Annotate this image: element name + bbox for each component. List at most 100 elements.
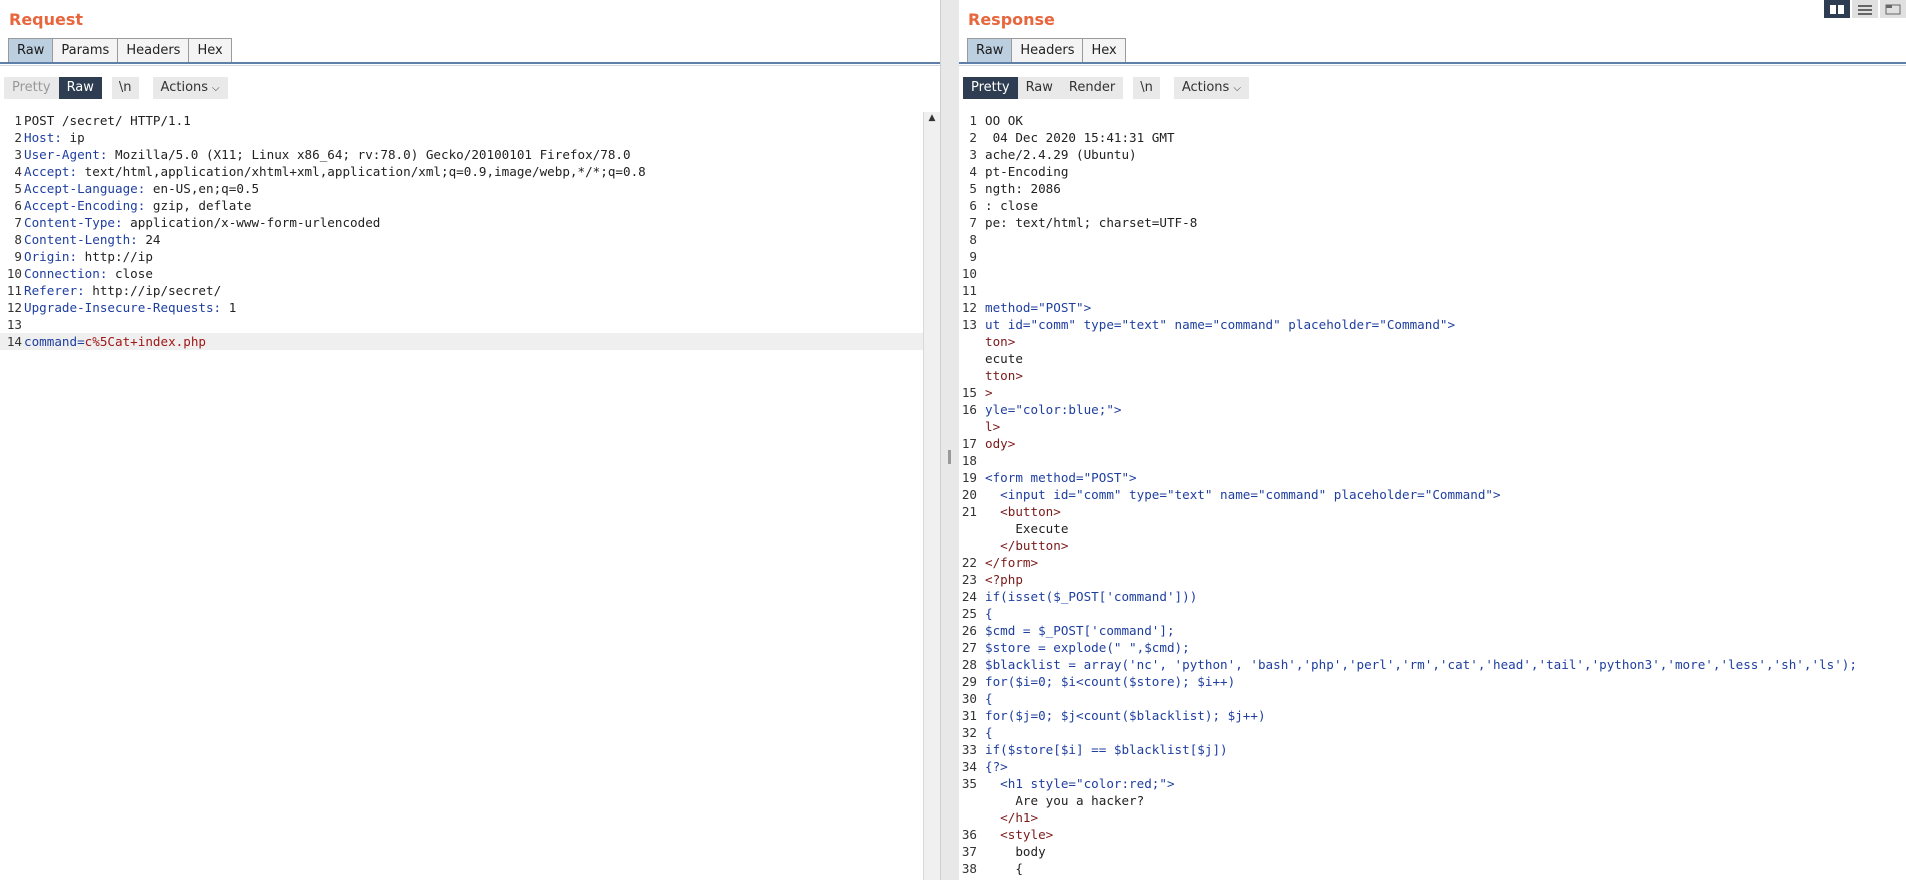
response-tab-raw[interactable]: Raw bbox=[967, 38, 1012, 64]
response-raw-button[interactable]: Raw bbox=[1017, 77, 1061, 99]
line-content: </h1> bbox=[985, 810, 1039, 825]
line-content: <button> bbox=[985, 504, 1061, 519]
line-number: 12 bbox=[6, 300, 22, 315]
response-tabs-underline bbox=[959, 62, 1906, 64]
chevron-down-icon: ⌵ bbox=[1233, 83, 1241, 94]
header-value: application/x-www-form-urlencoded bbox=[122, 215, 381, 230]
line-number: 33 bbox=[961, 742, 977, 757]
line-number: 7 bbox=[14, 215, 22, 230]
line-content: Accept-Language: en-US,en;q=0.5 bbox=[24, 180, 259, 197]
response-render-button[interactable]: Render bbox=[1060, 77, 1124, 99]
line-content: ton> bbox=[985, 334, 1016, 349]
line-number: 13 bbox=[961, 317, 977, 332]
response-line: 25 { bbox=[959, 605, 1906, 622]
request-line: 1 POST /secret/ HTTP/1.1 bbox=[0, 112, 940, 129]
line-number: 29 bbox=[961, 674, 977, 689]
response-line: 23 <?php bbox=[959, 571, 1906, 588]
line-content: Content-Length: 24 bbox=[24, 231, 160, 248]
line-number: 8 bbox=[14, 232, 22, 247]
response-line: ecute bbox=[959, 350, 1906, 367]
request-tabs: Raw Params Headers Hex bbox=[8, 38, 232, 64]
header-name: Referer: bbox=[24, 283, 85, 298]
response-line: 30 { bbox=[959, 690, 1906, 707]
response-line: 22 </form> bbox=[959, 554, 1906, 571]
request-line: 2 Host: ip bbox=[0, 129, 940, 146]
request-body-line: 14 command=c%5Cat+index.php bbox=[0, 333, 940, 350]
request-tab-headers[interactable]: Headers bbox=[117, 38, 189, 64]
line-content: Upgrade-Insecure-Requests: 1 bbox=[24, 299, 236, 316]
response-line: 4 pt-Encoding bbox=[959, 163, 1906, 180]
layout-stacked-icon[interactable] bbox=[1852, 0, 1878, 18]
request-actions-label: Actions bbox=[160, 80, 209, 95]
request-toolbar: Pretty Raw \n Actions ⌵ bbox=[4, 77, 228, 99]
line-content: <?php bbox=[985, 572, 1023, 587]
line-number: 1 bbox=[969, 113, 977, 128]
response-tab-headers[interactable]: Headers bbox=[1011, 38, 1083, 64]
line-content: ache/2.4.29 (Ubuntu) bbox=[985, 147, 1137, 162]
layout-switcher bbox=[1822, 0, 1906, 18]
line-content: <input id="comm" type="text" name="comma… bbox=[985, 487, 1501, 502]
line-content: l> bbox=[985, 419, 1001, 434]
request-tab-raw[interactable]: Raw bbox=[8, 38, 53, 64]
response-pretty-button[interactable]: Pretty bbox=[963, 77, 1018, 99]
response-line: 28 $blacklist = array('nc', 'python', 'ba… bbox=[959, 656, 1906, 673]
request-editor[interactable]: 1 POST /secret/ HTTP/1.1 2 Host: ip 3 User-Ag… bbox=[0, 112, 940, 880]
line-number: 5 bbox=[969, 181, 977, 196]
header-value: en-US,en;q=0.5 bbox=[145, 181, 260, 196]
line-content: OO OK bbox=[985, 113, 1023, 128]
response-editor[interactable]: 1 OO OK 2 04 Dec 2020 15:41:31 GMT 3 ache/2.… bbox=[959, 112, 1906, 880]
response-line: 13 ut id="comm" type="text" name="command… bbox=[959, 316, 1906, 333]
header-name: Accept: bbox=[24, 164, 78, 179]
splitter-grip-icon[interactable] bbox=[948, 450, 951, 464]
line-number: 13 bbox=[6, 317, 22, 332]
line-number: 16 bbox=[961, 402, 977, 417]
response-tab-hex[interactable]: Hex bbox=[1082, 38, 1126, 64]
response-newline-toggle[interactable]: \n bbox=[1133, 77, 1160, 99]
response-line: 3 ache/2.4.29 (Ubuntu) bbox=[959, 146, 1906, 163]
line-content: if($store[$i] == $blacklist[$j]) bbox=[985, 742, 1228, 757]
request-line: 6 Accept-Encoding: gzip, deflate bbox=[0, 197, 940, 214]
line-content: Origin: http://ip bbox=[24, 248, 153, 265]
request-tab-hex[interactable]: Hex bbox=[188, 38, 232, 64]
layout-side-by-side-icon[interactable] bbox=[1824, 0, 1850, 18]
request-pane: Request Raw Params Headers Hex Pretty Ra… bbox=[0, 0, 940, 880]
line-content: pe: text/html; charset=UTF-8 bbox=[985, 215, 1198, 230]
response-line: 21 <button> bbox=[959, 503, 1906, 520]
line-content: { bbox=[985, 725, 993, 740]
response-actions-label: Actions bbox=[1181, 80, 1230, 95]
request-newline-toggle[interactable]: \n bbox=[111, 77, 139, 99]
header-value: 1 bbox=[221, 300, 237, 315]
line-content: yle="color:blue;"> bbox=[985, 402, 1122, 417]
line-number: 4 bbox=[14, 164, 22, 179]
layout-tabbed-icon[interactable] bbox=[1880, 0, 1906, 18]
line-number: 34 bbox=[961, 759, 977, 774]
line-number: 21 bbox=[961, 504, 977, 519]
response-actions-button[interactable]: Actions ⌵ bbox=[1173, 77, 1249, 99]
request-actions-button[interactable]: Actions ⌵ bbox=[152, 77, 228, 99]
request-line: 4 Accept: text/html,application/xhtml+xml… bbox=[0, 163, 940, 180]
request-pretty-button[interactable]: Pretty bbox=[4, 77, 59, 99]
header-name: Accept-Language: bbox=[24, 181, 146, 196]
scroll-up-icon[interactable]: ▲ bbox=[926, 112, 938, 124]
line-content: <h1 style="color:red;"> bbox=[985, 776, 1175, 791]
header-value: ip bbox=[61, 130, 85, 145]
line-content: </button> bbox=[985, 538, 1069, 553]
line-content: </form> bbox=[985, 555, 1039, 570]
line-content: User-Agent: Mozilla/5.0 (X11; Linux x86_… bbox=[24, 146, 631, 163]
line-content: ut id="comm" type="text" name="command" … bbox=[985, 317, 1456, 332]
response-line: 10 bbox=[959, 265, 1906, 282]
response-line: 24 if(isset($_POST['command'])) bbox=[959, 588, 1906, 605]
request-tab-params[interactable]: Params bbox=[52, 38, 118, 64]
line-content: > bbox=[985, 385, 993, 400]
request-scrollbar[interactable]: ▲ bbox=[923, 112, 940, 880]
response-line: 7 pe: text/html; charset=UTF-8 bbox=[959, 214, 1906, 231]
line-content: Are you a hacker? bbox=[985, 793, 1145, 808]
chevron-down-icon: ⌵ bbox=[212, 83, 220, 94]
header-name: Content-Length: bbox=[24, 232, 138, 247]
header-value: close bbox=[107, 266, 153, 281]
line-content: Content-Type: application/x-www-form-url… bbox=[24, 214, 380, 231]
line-number: 38 bbox=[961, 861, 977, 876]
pane-splitter[interactable] bbox=[940, 0, 961, 880]
line-number: 8 bbox=[969, 232, 977, 247]
request-raw-button[interactable]: Raw bbox=[58, 77, 102, 99]
